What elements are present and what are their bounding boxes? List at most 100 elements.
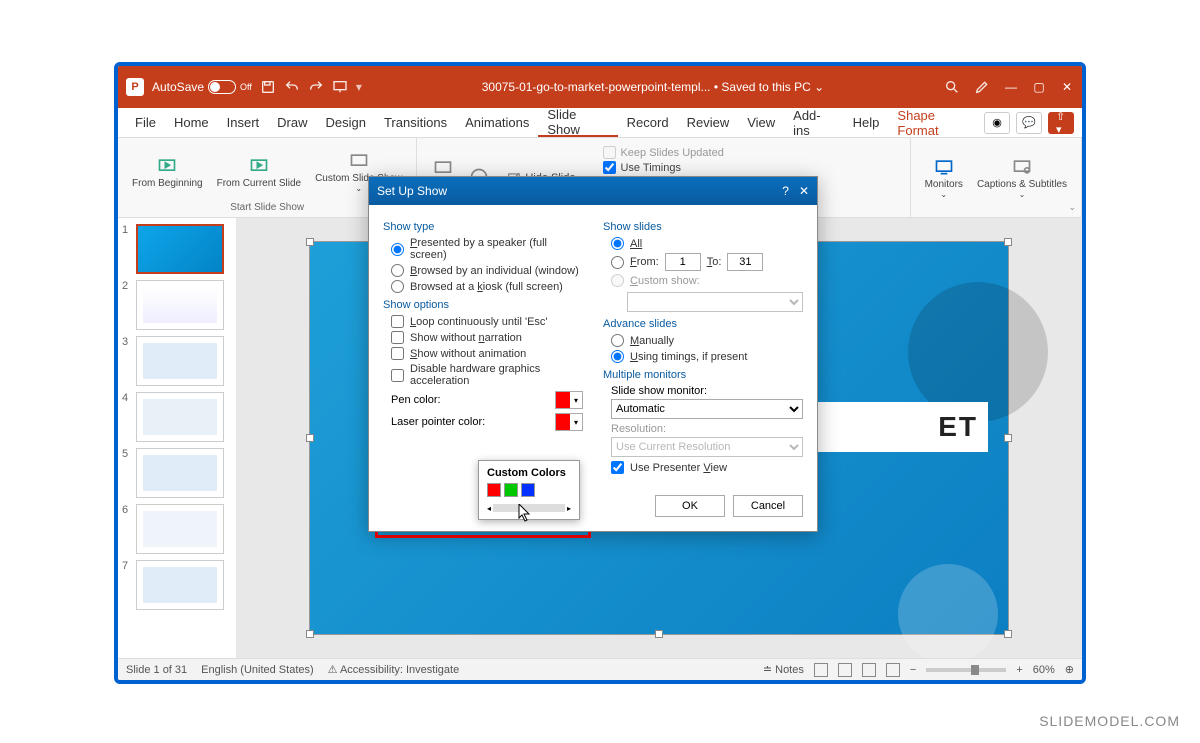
zoom-out-button[interactable]: −	[910, 664, 916, 676]
fit-button[interactable]: ⊕	[1065, 663, 1074, 676]
watermark: SLIDEMODEL.COM	[1039, 713, 1180, 729]
laser-color-dropdown[interactable]: ▾	[555, 413, 583, 431]
menu-insert[interactable]: Insert	[218, 108, 269, 137]
thumbnail-4[interactable]	[136, 392, 224, 442]
camera-button[interactable]: ◉	[984, 112, 1010, 134]
cancel-button[interactable]: Cancel	[733, 495, 803, 517]
present-icon[interactable]	[332, 79, 348, 95]
titlebar: P AutoSave Off ▾ 30075-01-go-to-market-p…	[118, 66, 1082, 108]
menubar: File Home Insert Draw Design Transitions…	[118, 108, 1082, 138]
laser-color-label: Laser pointer color:	[391, 416, 485, 428]
menu-review[interactable]: Review	[678, 108, 739, 137]
advance-label: Advance slides	[603, 318, 803, 330]
dialog-close-icon[interactable]: ✕	[799, 184, 809, 198]
notes-button[interactable]: ≐ Notes	[763, 663, 804, 676]
no-narration-checkbox[interactable]: Show without narration	[391, 331, 583, 344]
statusbar: Slide 1 of 31 English (United States) ⚠ …	[118, 658, 1082, 680]
color-swatch-blue[interactable]	[521, 483, 535, 497]
custom-show-radio: Custom show:	[611, 274, 803, 287]
menu-file[interactable]: File	[126, 108, 165, 137]
color-swatch-red[interactable]	[487, 483, 501, 497]
manually-radio[interactable]: Manually	[611, 334, 803, 347]
presenter-view-checkbox[interactable]: Use Presenter View	[611, 461, 803, 474]
monitors-label: Multiple monitors	[603, 369, 803, 381]
menu-record[interactable]: Record	[618, 108, 678, 137]
minimize-button[interactable]: —	[1004, 80, 1018, 94]
presented-radio[interactable]: Presented by a speaker (full screen)	[391, 237, 583, 261]
comments-button[interactable]: 💬	[1016, 112, 1042, 134]
thumbnail-5[interactable]	[136, 448, 224, 498]
menu-design[interactable]: Design	[317, 108, 375, 137]
ok-button[interactable]: OK	[655, 495, 725, 517]
monitors-button[interactable]: Monitors⌄	[919, 142, 969, 213]
thumbnail-2[interactable]	[136, 280, 224, 330]
menu-home[interactable]: Home	[165, 108, 218, 137]
normal-view-icon[interactable]	[814, 663, 828, 677]
undo-icon[interactable]	[284, 79, 300, 95]
menu-animations[interactable]: Animations	[456, 108, 538, 137]
custom-show-select	[627, 292, 803, 312]
set-up-show-dialog: Set Up Show ? ✕ Show type Presented by a…	[368, 176, 818, 532]
pen-icon[interactable]	[974, 79, 990, 95]
from-beginning-button[interactable]: From Beginning	[126, 142, 209, 202]
thumbnail-3[interactable]	[136, 336, 224, 386]
menu-shape-format[interactable]: Shape Format	[888, 108, 984, 137]
zoom-level[interactable]: 60%	[1033, 664, 1055, 676]
dialog-help-icon[interactable]: ?	[782, 184, 789, 198]
disable-hw-checkbox[interactable]: Disable hardware graphics acceleration	[391, 363, 583, 387]
thumbnail-panel[interactable]: 1 2 3 4 5 6 7	[118, 218, 236, 658]
app-window: P AutoSave Off ▾ 30075-01-go-to-market-p…	[114, 62, 1086, 684]
language-status[interactable]: English (United States)	[201, 664, 314, 676]
pen-color-dropdown[interactable]: ▾	[555, 391, 583, 409]
popup-title: Custom Colors	[487, 467, 571, 479]
save-icon[interactable]	[260, 79, 276, 95]
slideshow-view-icon[interactable]	[886, 663, 900, 677]
dialog-titlebar[interactable]: Set Up Show ? ✕	[369, 177, 817, 205]
keep-updated-checkbox[interactable]: Keep Slides Updated	[603, 146, 723, 159]
thumbnail-6[interactable]	[136, 504, 224, 554]
timings-radio[interactable]: Using timings, if present	[611, 350, 803, 363]
accessibility-status[interactable]: ⚠ Accessibility: Investigate	[328, 663, 460, 676]
menu-transitions[interactable]: Transitions	[375, 108, 456, 137]
thumbnail-1[interactable]	[136, 224, 224, 274]
to-input[interactable]	[727, 253, 763, 271]
slide-monitor-label: Slide show monitor:	[611, 385, 803, 397]
captions-button[interactable]: Captions & Subtitles⌄	[971, 142, 1073, 213]
menu-view[interactable]: View	[738, 108, 784, 137]
slide-title-box[interactable]: ET	[808, 402, 988, 452]
zoom-slider[interactable]	[926, 668, 1006, 672]
show-slides-label: Show slides	[603, 221, 803, 233]
menu-addins[interactable]: Add-ins	[784, 108, 844, 137]
from-to-radio[interactable]: From:To:	[611, 253, 803, 271]
menu-help[interactable]: Help	[844, 108, 889, 137]
search-icon[interactable]	[944, 79, 960, 95]
show-type-label: Show type	[383, 221, 583, 233]
no-animation-checkbox[interactable]: Show without animation	[391, 347, 583, 360]
save-status: Saved to this PC	[721, 80, 810, 94]
powerpoint-icon: P	[126, 78, 144, 96]
zoom-in-button[interactable]: +	[1016, 664, 1022, 676]
color-swatch-green[interactable]	[504, 483, 518, 497]
menu-draw[interactable]: Draw	[268, 108, 316, 137]
autosave-toggle[interactable]: AutoSave Off	[152, 80, 252, 94]
share-button[interactable]: ⇧ ▾	[1048, 112, 1074, 134]
menu-slide-show[interactable]: Slide Show	[538, 108, 617, 137]
redo-icon[interactable]	[308, 79, 324, 95]
from-input[interactable]	[665, 253, 701, 271]
thumbnail-7[interactable]	[136, 560, 224, 610]
show-options-label: Show options	[383, 299, 583, 311]
slide-counter[interactable]: Slide 1 of 31	[126, 664, 187, 676]
pen-color-label: Pen color:	[391, 394, 441, 406]
all-radio[interactable]: All	[611, 237, 803, 250]
loop-checkbox[interactable]: Loop continuously until 'Esc'	[391, 315, 583, 328]
use-timings-checkbox[interactable]: Use Timings	[603, 161, 723, 174]
reading-view-icon[interactable]	[862, 663, 876, 677]
monitor-select[interactable]: Automatic	[611, 399, 803, 419]
close-button[interactable]: ✕	[1060, 80, 1074, 94]
maximize-button[interactable]: ▢	[1032, 80, 1046, 94]
ribbon-collapse-icon[interactable]: ⌄	[1068, 202, 1076, 213]
browsed-kiosk-radio[interactable]: Browsed at a kiosk (full screen)	[391, 280, 583, 293]
sorter-view-icon[interactable]	[838, 663, 852, 677]
browsed-individual-radio[interactable]: Browsed by an individual (window)	[391, 264, 583, 277]
from-current-button[interactable]: From Current Slide	[211, 142, 307, 202]
